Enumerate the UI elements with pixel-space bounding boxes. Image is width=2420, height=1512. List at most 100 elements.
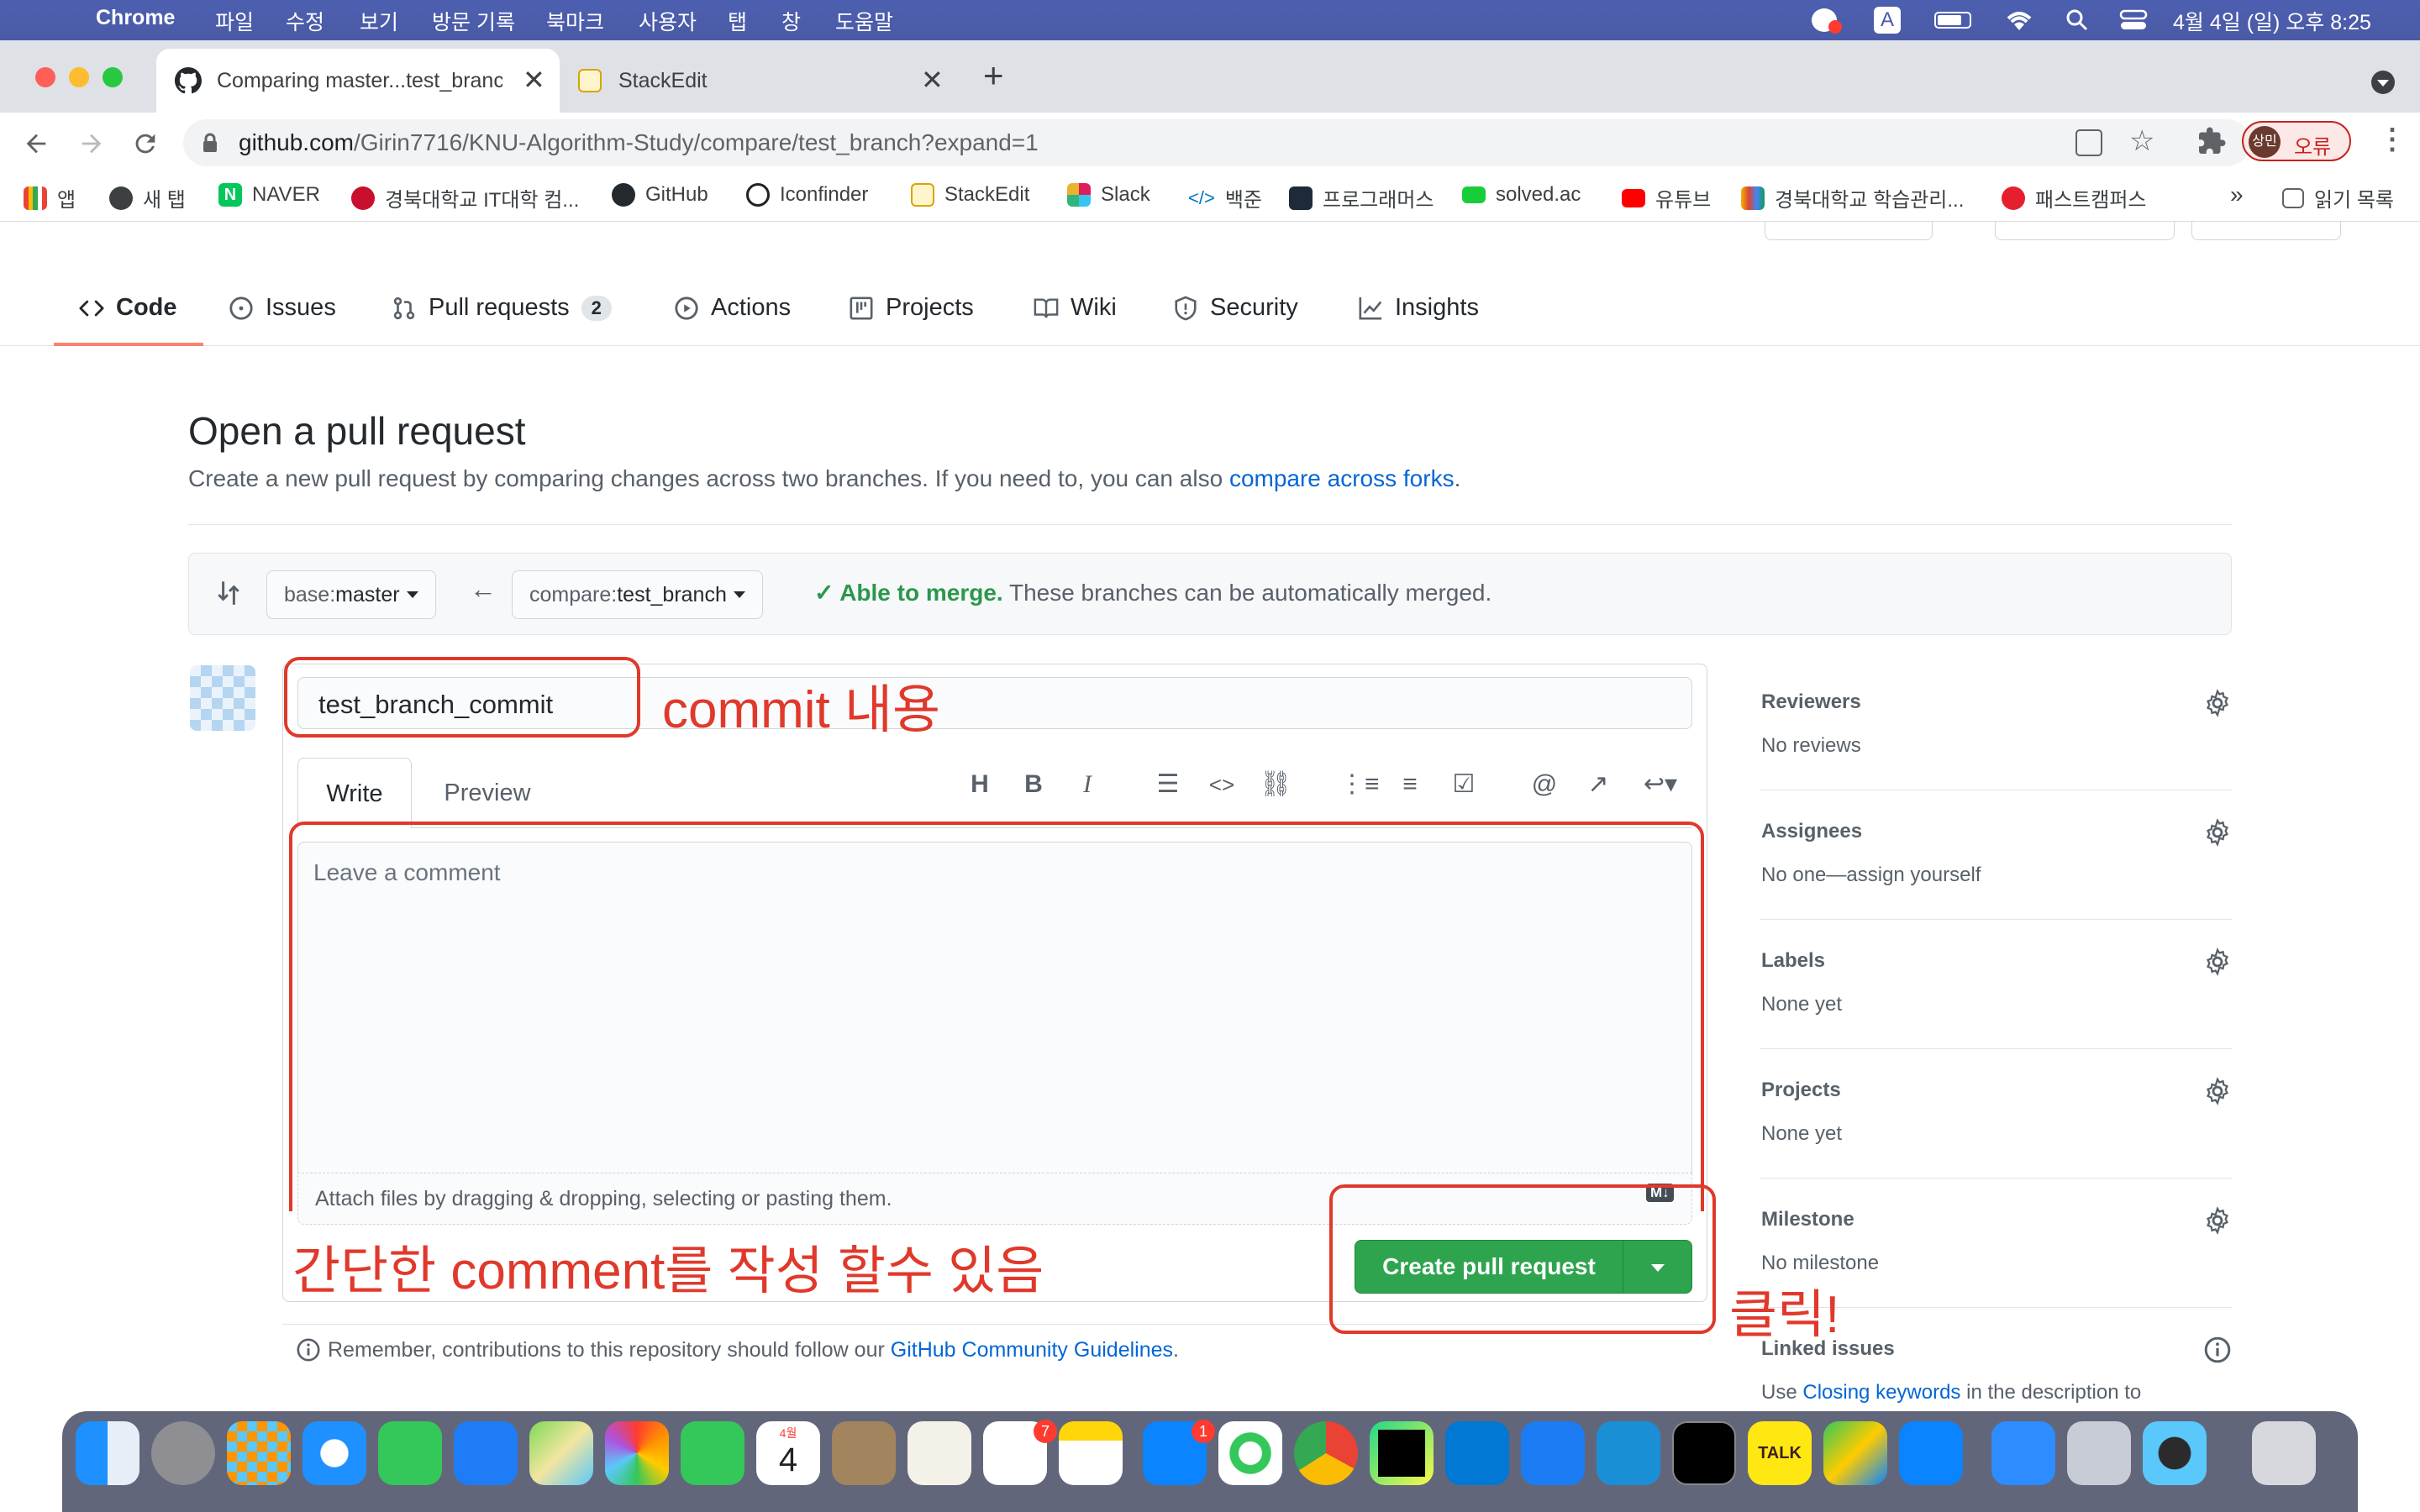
mention-icon[interactable]: @: [1528, 768, 1561, 801]
office-app-icon[interactable]: [1823, 1421, 1887, 1485]
textedit-icon[interactable]: [908, 1421, 971, 1485]
pencil-app-icon[interactable]: [1899, 1421, 1963, 1485]
new-tab-button[interactable]: +: [983, 55, 1004, 96]
closing-keywords-link[interactable]: Closing keywords: [1802, 1381, 1960, 1404]
lock-icon[interactable]: [202, 133, 218, 153]
menu-bookmarks[interactable]: 북마크: [546, 6, 604, 36]
link-icon[interactable]: ⛓: [1259, 768, 1292, 801]
wifi-icon[interactable]: [2005, 8, 2033, 32]
bracket-app-icon[interactable]: [1597, 1421, 1660, 1485]
reload-icon[interactable]: [131, 129, 160, 158]
sidebar-assignees-heading[interactable]: Assignees: [1761, 820, 1862, 843]
facetime-icon[interactable]: [681, 1421, 744, 1485]
control-center-icon[interactable]: [2119, 8, 2148, 32]
italic-icon[interactable]: I: [1071, 768, 1104, 801]
quicktime-icon[interactable]: [2143, 1421, 2207, 1485]
sidebar-milestone-heading[interactable]: Milestone: [1761, 1208, 1854, 1231]
tab-issues[interactable]: Issues: [229, 294, 336, 322]
window-zoom-button[interactable]: [103, 67, 123, 87]
tab-close-icon[interactable]: ✕: [921, 64, 944, 96]
tab-code[interactable]: Code: [79, 294, 177, 322]
zoom-icon[interactable]: [1991, 1421, 2055, 1485]
task-list-icon[interactable]: ☑: [1447, 768, 1481, 801]
compare-branch-select[interactable]: compare: test_branch: [512, 570, 763, 619]
maps-icon[interactable]: [529, 1421, 593, 1485]
menu-profiles[interactable]: 사용자: [639, 6, 697, 36]
bookmark-slack[interactable]: Slack: [1067, 183, 1150, 207]
back-arrow-icon[interactable]: [22, 129, 50, 158]
xcode-icon[interactable]: [1521, 1421, 1585, 1485]
avatar[interactable]: [190, 665, 255, 731]
messages-icon[interactable]: [378, 1421, 442, 1485]
quote-icon[interactable]: ☰: [1151, 768, 1185, 801]
bookmark-youtube[interactable]: 유튜브: [1622, 183, 1711, 213]
bookmark-knu-lms[interactable]: 경북대학교 학습관리...: [1741, 183, 1964, 213]
chrome-icon[interactable]: [1294, 1421, 1358, 1485]
bookmark-baekjoon[interactable]: </> 백준: [1188, 183, 1262, 213]
bookmark-solvedac[interactable]: solved.ac: [1462, 183, 1581, 207]
bold-icon[interactable]: B: [1017, 768, 1050, 801]
trash-icon[interactable]: [2252, 1421, 2316, 1485]
window-minimize-button[interactable]: [69, 67, 89, 87]
translate-icon[interactable]: [2075, 129, 2102, 156]
menu-window[interactable]: 창: [781, 6, 801, 36]
menu-history[interactable]: 방문 기록: [432, 6, 515, 36]
sidebar-projects-heading[interactable]: Projects: [1761, 1079, 1841, 1102]
reading-list-button[interactable]: 읽기 목록: [2282, 183, 2394, 213]
pycharm-icon[interactable]: [1370, 1421, 1434, 1485]
sidebar-labels-heading[interactable]: Labels: [1761, 949, 1825, 973]
tab-github-compare[interactable]: Comparing master...test_branc ✕: [156, 49, 560, 113]
input-source-icon[interactable]: A: [1874, 7, 1901, 34]
saved-replies-icon[interactable]: ↩▾: [1635, 768, 1686, 801]
spotlight-search-icon[interactable]: [2065, 8, 2089, 32]
vscode-icon[interactable]: [1445, 1421, 1509, 1485]
cross-reference-icon[interactable]: ↗: [1581, 768, 1615, 801]
gear-icon[interactable]: [2203, 948, 2232, 976]
safari-icon[interactable]: [302, 1421, 366, 1485]
watch-button[interactable]: [1765, 222, 1933, 240]
tab-close-icon[interactable]: ✕: [523, 64, 545, 96]
tab-stackedit[interactable]: StackEdit ✕: [561, 49, 956, 113]
bookmark-iconfinder[interactable]: Iconfinder: [746, 183, 868, 207]
tab-projects[interactable]: Projects: [849, 294, 974, 322]
gear-icon[interactable]: [2203, 818, 2232, 847]
extensions-puzzle-icon[interactable]: [2196, 126, 2227, 156]
bookmark-star-icon[interactable]: ☆: [2129, 124, 2154, 158]
fork-button[interactable]: [2191, 222, 2341, 240]
compare-arrows-icon[interactable]: [214, 579, 243, 607]
bookmark-stackedit[interactable]: StackEdit: [911, 183, 1029, 207]
address-bar[interactable]: github.com/Girin7716/KNU-Algorithm-Study…: [183, 119, 2250, 166]
tab-actions[interactable]: Actions: [674, 294, 791, 322]
menu-tab[interactable]: 탭: [728, 6, 747, 36]
menu-edit[interactable]: 수정: [286, 6, 324, 36]
bookmark-newtab[interactable]: 새 탭: [109, 183, 186, 213]
bookmark-github[interactable]: GitHub: [612, 183, 708, 207]
bulleted-list-icon[interactable]: ⋮≡: [1339, 768, 1380, 801]
bookmark-apps[interactable]: 앱: [24, 183, 76, 213]
contacts-icon[interactable]: [832, 1421, 896, 1485]
info-icon[interactable]: [2203, 1336, 2232, 1364]
star-button[interactable]: [1995, 222, 2175, 240]
system-preferences-icon[interactable]: [151, 1421, 215, 1485]
tab-preview[interactable]: Preview: [429, 758, 546, 828]
numbered-list-icon[interactable]: ≡: [1393, 768, 1427, 801]
window-close-button[interactable]: [35, 67, 55, 87]
sidebar-assignees-value[interactable]: No one—assign yourself: [1761, 864, 1981, 887]
kakaotalk-icon[interactable]: TALK: [1748, 1421, 1812, 1485]
tab-pull-requests[interactable]: Pull requests 2: [392, 294, 612, 322]
more-bookmarks-button[interactable]: »: [2230, 181, 2244, 208]
menu-help[interactable]: 도움말: [835, 6, 893, 36]
profile-error-button[interactable]: 상민 오류: [2242, 121, 2351, 161]
tab-insights[interactable]: Insights: [1358, 294, 1479, 322]
bookmark-fastcampus[interactable]: 패스트캠퍼스: [2002, 183, 2146, 213]
terminal-icon[interactable]: [1672, 1421, 1736, 1485]
launchpad-icon[interactable]: [227, 1421, 291, 1485]
menu-file[interactable]: 파일: [215, 6, 254, 36]
finder-icon[interactable]: [76, 1421, 139, 1485]
tab-security[interactable]: Security: [1173, 294, 1298, 322]
compare-forks-link[interactable]: compare across forks: [1229, 465, 1455, 491]
base-branch-select[interactable]: base: master: [266, 570, 436, 619]
gear-icon[interactable]: [2203, 1077, 2232, 1105]
tab-write[interactable]: Write: [297, 758, 412, 828]
url-text[interactable]: github.com/Girin7716/KNU-Algorithm-Study…: [239, 129, 1039, 156]
